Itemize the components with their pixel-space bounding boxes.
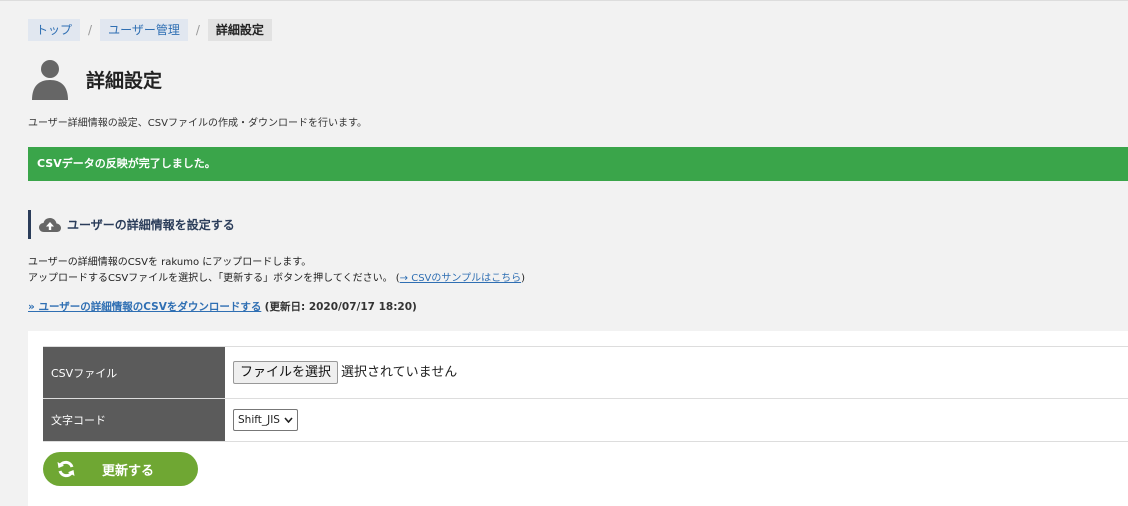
file-status-text: 選択されていません — [341, 365, 458, 380]
section-heading: ユーザーの詳細情報を設定する — [28, 210, 235, 239]
top-divider — [0, 0, 1128, 1]
breadcrumb-separator: / — [88, 23, 93, 37]
upload-form-table: CSVファイル ファイルを選択 選択されていません 文字コード Shift_JIS — [43, 346, 1128, 442]
csv-file-cell: ファイルを選択 選択されていません — [225, 346, 1128, 399]
refresh-icon — [57, 460, 75, 478]
update-button[interactable]: 更新する — [43, 452, 198, 486]
choose-file-button[interactable]: ファイルを選択 — [233, 361, 339, 384]
breadcrumb-top[interactable]: トップ — [28, 19, 81, 41]
encoding-selected-value: Shift_JIS — [238, 414, 280, 426]
success-banner: CSVデータの反映が完了しました。 — [28, 147, 1128, 181]
download-row: » ユーザーの詳細情報のCSVをダウンロードする (更新日: 2020/07/1… — [28, 299, 417, 314]
last-updated-note: (更新日: 2020/07/17 18:20) — [264, 301, 417, 313]
instruction-line-2: アップロードするCSVファイルを選択し、「更新する」ボタンを押してください。 (… — [28, 271, 525, 287]
instructions: ユーザーの詳細情報のCSVを rakumo にアップロードします。 アップロード… — [28, 255, 525, 287]
page-description: ユーザー詳細情報の設定、CSVファイルの作成・ダウンロードを行います。 — [28, 118, 367, 129]
encoding-select[interactable]: Shift_JIS — [233, 409, 298, 431]
person-icon — [32, 60, 68, 100]
download-csv-link[interactable]: » ユーザーの詳細情報のCSVをダウンロードする — [28, 301, 261, 313]
cloud-upload-icon — [39, 217, 61, 232]
csv-file-row: CSVファイル ファイルを選択 選択されていません — [43, 346, 1128, 399]
chevron-down-icon — [284, 417, 293, 423]
csv-file-label: CSVファイル — [43, 346, 225, 399]
encoding-label: 文字コード — [43, 398, 225, 442]
instruction-line-2-text: アップロードするCSVファイルを選択し、「更新する」ボタンを押してください。 ( — [28, 273, 400, 284]
encoding-cell: Shift_JIS — [225, 398, 1128, 442]
upload-form-panel: CSVファイル ファイルを選択 選択されていません 文字コード Shift_JIS… — [28, 331, 1128, 506]
page-title: 詳細設定 — [86, 69, 163, 92]
instruction-line-1: ユーザーの詳細情報のCSVを rakumo にアップロードします。 — [28, 257, 312, 268]
section-title: ユーザーの詳細情報を設定する — [67, 218, 235, 232]
page-header: 詳細設定 — [30, 57, 162, 101]
breadcrumb: トップ / ユーザー管理 / 詳細設定 — [28, 19, 272, 41]
instruction-line-2-suffix: ) — [521, 273, 525, 284]
csv-sample-link[interactable]: → CSVのサンプルはこちら — [400, 273, 521, 284]
update-button-label: 更新する — [102, 463, 155, 479]
breadcrumb-separator: / — [195, 23, 200, 37]
encoding-row: 文字コード Shift_JIS — [43, 398, 1128, 442]
breadcrumb-user-management[interactable]: ユーザー管理 — [100, 19, 188, 41]
breadcrumb-current: 詳細設定 — [207, 19, 272, 41]
